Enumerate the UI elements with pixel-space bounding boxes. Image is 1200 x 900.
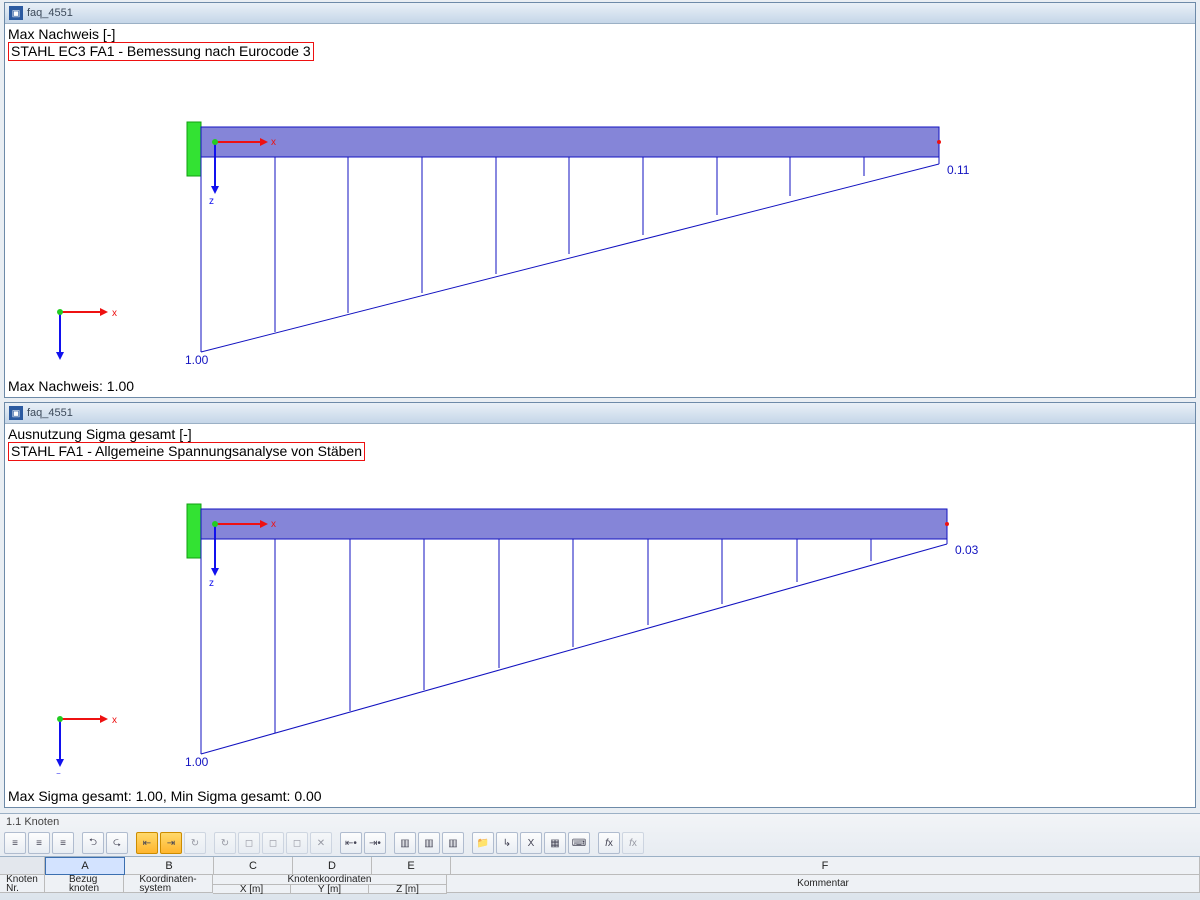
toolbar-btn-17[interactable]: ▥: [442, 832, 464, 854]
fixed-support: [187, 504, 201, 558]
header-B[interactable]: Koordinaten- system: [124, 875, 213, 893]
panel-body[interactable]: Ausnutzung Sigma gesamt [-] STAHL FA1 - …: [5, 424, 1195, 807]
header-C[interactable]: X [m]: [213, 885, 291, 894]
diagram-canvas[interactable]: x z 0.03 1.00: [5, 424, 1185, 774]
toolbar-btn-3[interactable]: ⮌: [82, 832, 104, 854]
result-summary: Max Sigma gesamt: 1.00, Min Sigma gesamt…: [8, 788, 322, 804]
panel-body[interactable]: Max Nachweis [-] STAHL EC3 FA1 - Bemessu…: [5, 24, 1195, 397]
grid-toolbar: ≡ ≡ ≡ ⮌ ⮎ ⇤ ⇥ ↻ ↻ ◻ ◻ ◻ ✕ ⇤• ⇥• ▥ ▥ ▥ 📁 …: [0, 830, 1200, 856]
data-grid-area: 1.1 Knoten ≡ ≡ ≡ ⮌ ⮎ ⇤ ⇥ ↻ ↻ ◻ ◻ ◻ ✕ ⇤• …: [0, 813, 1200, 900]
header-A[interactable]: Bezug knoten: [45, 875, 124, 893]
end-node-dot: [937, 140, 941, 144]
panel-titlebar[interactable]: ▣ faq_4551: [5, 3, 1195, 24]
arrowhead-icon: [211, 186, 219, 194]
toolbar-btn-21[interactable]: ▦: [544, 832, 566, 854]
toolbar-btn-15[interactable]: ▥: [394, 832, 416, 854]
toolbar-btn-23[interactable]: fx: [598, 832, 620, 854]
panel-title-text: faq_4551: [27, 3, 73, 23]
svg-text:z: z: [56, 771, 61, 774]
result-value-right: 0.03: [955, 543, 979, 557]
spreadsheet-header: A B C D E F Knoten Nr. Bezug knoten Koor…: [0, 856, 1200, 893]
toolbar-btn-10[interactable]: ◻: [262, 832, 284, 854]
toolbar-btn-5[interactable]: ⇤: [136, 832, 158, 854]
toolbar-btn-24[interactable]: fx: [622, 832, 644, 854]
panel-title-text: faq_4551: [27, 403, 73, 423]
app-icon: ▣: [9, 6, 23, 20]
local-x-label: x: [271, 519, 276, 530]
header-D[interactable]: Y [m]: [291, 885, 369, 894]
toolbar-btn-4[interactable]: ⮎: [106, 832, 128, 854]
local-z-label: z: [209, 578, 214, 589]
col-letter-A[interactable]: A: [45, 857, 125, 875]
view-panel-2: ▣ faq_4551 Ausnutzung Sigma gesamt [-] S…: [4, 402, 1196, 808]
result-diagram: [201, 539, 947, 754]
col-letter-B[interactable]: B: [125, 857, 214, 875]
result-value-left: 1.00: [185, 755, 209, 769]
end-node-dot: [945, 522, 949, 526]
toolbar-btn-19[interactable]: ↳: [496, 832, 518, 854]
panel-titlebar[interactable]: ▣ faq_4551: [5, 403, 1195, 424]
toolbar-btn-6[interactable]: ⇥: [160, 832, 182, 854]
toolbar-btn-16[interactable]: ▥: [418, 832, 440, 854]
toolbar-btn-12[interactable]: ✕: [310, 832, 332, 854]
toolbar-btn-14[interactable]: ⇥•: [364, 832, 386, 854]
result-value-left: 1.00: [185, 353, 209, 364]
toolbar-btn-7[interactable]: ↻: [184, 832, 206, 854]
corner-cell[interactable]: [0, 857, 45, 875]
result-diagram: [201, 157, 939, 352]
toolbar-btn-9[interactable]: ◻: [238, 832, 260, 854]
col-letter-D[interactable]: D: [293, 857, 372, 875]
grid-caption: 1.1 Knoten: [0, 814, 1200, 830]
result-summary: Max Nachweis: 1.00: [8, 378, 134, 394]
global-axes: x z: [56, 308, 117, 364]
toolbar-btn-0[interactable]: ≡: [4, 832, 26, 854]
toolbar-btn-8[interactable]: ↻: [214, 832, 236, 854]
arrowhead-icon: [211, 568, 219, 576]
fixed-support: [187, 122, 201, 176]
toolbar-btn-1[interactable]: ≡: [28, 832, 50, 854]
origin-dot: [212, 139, 218, 145]
header-E[interactable]: Z [m]: [369, 885, 447, 894]
col-letter-E[interactable]: E: [372, 857, 451, 875]
result-value-right: 0.11: [947, 163, 970, 177]
toolbar-btn-11[interactable]: ◻: [286, 832, 308, 854]
col-letter-F[interactable]: F: [451, 857, 1200, 875]
header-rownum[interactable]: Knoten Nr.: [0, 875, 45, 893]
local-z-label: z: [209, 196, 214, 207]
toolbar-btn-2[interactable]: ≡: [52, 832, 74, 854]
app-icon: ▣: [9, 406, 23, 420]
toolbar-btn-20[interactable]: X: [520, 832, 542, 854]
toolbar-btn-22[interactable]: ⌨: [568, 832, 590, 854]
diagram-canvas[interactable]: x z: [5, 24, 1185, 364]
toolbar-btn-13[interactable]: ⇤•: [340, 832, 362, 854]
origin-dot: [212, 521, 218, 527]
svg-text:x: x: [112, 715, 117, 726]
col-letter-C[interactable]: C: [214, 857, 293, 875]
global-axes: x z: [56, 715, 117, 774]
local-x-label: x: [271, 137, 276, 148]
toolbar-btn-18[interactable]: 📁: [472, 832, 494, 854]
view-panel-1: ▣ faq_4551 Max Nachweis [-] STAHL EC3 FA…: [4, 2, 1196, 398]
beam-member: [201, 509, 947, 539]
beam-member: [201, 127, 939, 157]
header-F[interactable]: Kommentar: [447, 875, 1200, 893]
svg-text:x: x: [112, 308, 117, 319]
